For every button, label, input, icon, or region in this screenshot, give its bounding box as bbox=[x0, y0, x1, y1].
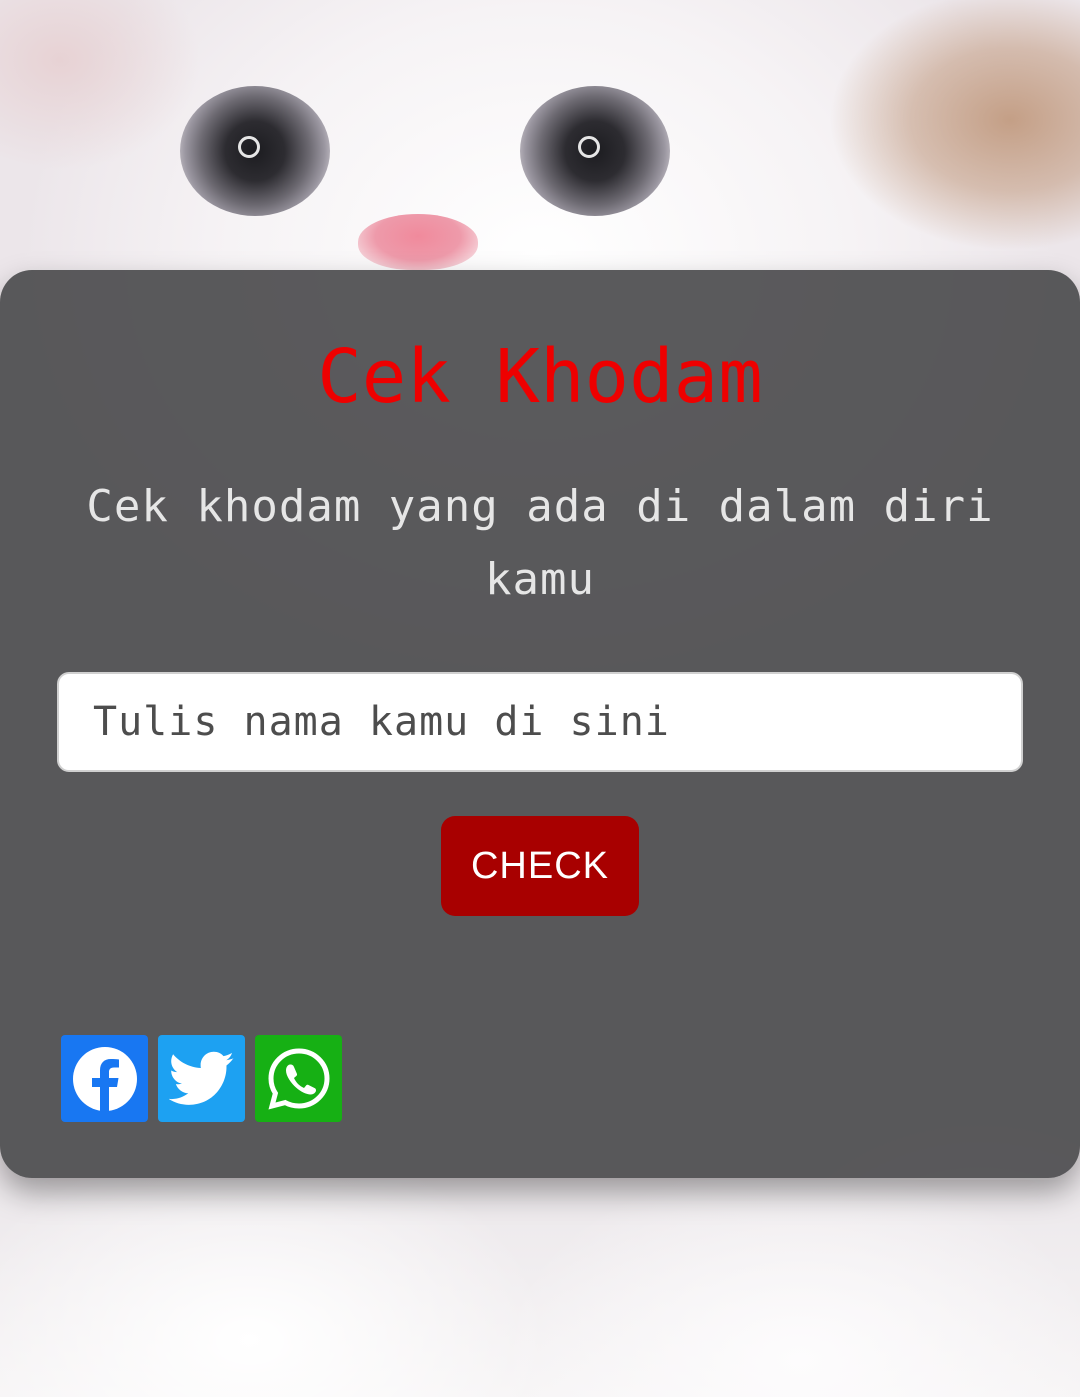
share-twitter-button[interactable] bbox=[158, 1035, 245, 1122]
share-buttons bbox=[61, 1035, 342, 1123]
share-facebook-button[interactable] bbox=[61, 1035, 148, 1122]
share-whatsapp-button[interactable] bbox=[255, 1035, 342, 1122]
whatsapp-icon bbox=[266, 1046, 332, 1112]
twitter-icon bbox=[168, 1051, 235, 1107]
cat-eye-left bbox=[180, 86, 330, 216]
page-subtitle: Cek khodam yang ada di dalam diri kamu bbox=[86, 481, 994, 605]
cat-nose bbox=[358, 214, 478, 270]
cat-fur bbox=[0, 1180, 1080, 1397]
check-button[interactable]: CHECK bbox=[441, 816, 639, 916]
name-input[interactable] bbox=[57, 672, 1023, 772]
khodam-card: Cek Khodam Cek khodam yang ada di dalam … bbox=[0, 270, 1080, 1178]
facebook-icon bbox=[72, 1046, 138, 1112]
cat-eye-right bbox=[520, 86, 670, 216]
page-title: Cek Khodam bbox=[317, 334, 763, 420]
